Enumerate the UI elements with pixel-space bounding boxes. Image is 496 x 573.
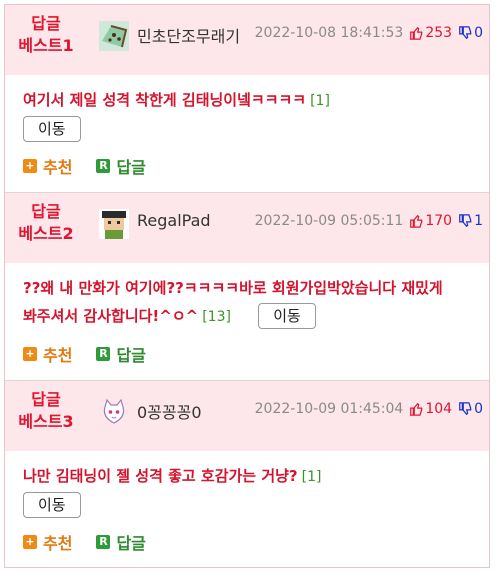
best-rank-label: 답글 베스트3 xyxy=(18,390,74,431)
downvote-count: 0 xyxy=(474,25,483,41)
best-rank-label: 답글 베스트2 xyxy=(18,202,74,243)
plus-icon: + xyxy=(23,159,37,173)
reply-r-icon: R xyxy=(96,159,111,173)
timestamp: 2022-10-09 05:05:11 xyxy=(254,213,404,229)
comment-meta: 2022-10-09 01:45:04 104 0 xyxy=(255,401,483,417)
reply-button[interactable]: R 답글 xyxy=(96,530,146,554)
recommend-button[interactable]: + 추천 xyxy=(23,154,72,178)
comment-actions: + 추천 R 답글 xyxy=(5,518,489,567)
move-button[interactable]: 이동 xyxy=(23,492,81,518)
comment-meta: 2022-10-09 05:05:11 170 1 xyxy=(255,213,483,229)
recommend-button[interactable]: + 추천 xyxy=(23,342,72,366)
reply-count[interactable]: [13] xyxy=(202,309,231,325)
timestamp: 2022-10-08 18:41:53 xyxy=(254,25,404,41)
thumbs-up-icon xyxy=(410,26,423,40)
upvote-count: 104 xyxy=(425,401,453,417)
comment-item: 답글 베스트2 RegalPad 2022-10-09 05:05:11 170 xyxy=(5,193,489,381)
reply-button[interactable]: R 답글 xyxy=(96,342,146,366)
downvote-button[interactable]: 0 xyxy=(458,25,483,41)
downvote-button[interactable]: 1 xyxy=(458,213,483,229)
comment-text: 여기서 제일 성격 착한게 김태닝이넼ㅋㅋㅋㅋ [1] xyxy=(23,91,330,109)
reply-count[interactable]: [1] xyxy=(302,469,322,485)
move-button[interactable]: 이동 xyxy=(23,116,81,142)
cat-icon[interactable] xyxy=(99,397,129,427)
upvote-count: 253 xyxy=(425,25,453,41)
upvote-button[interactable]: 253 xyxy=(409,25,452,41)
upvote-count: 170 xyxy=(425,213,453,229)
comment-item: 답글 베스트3 0꽁꽁꽁0 2022-10-09 01:45:04 104 0 xyxy=(5,381,489,567)
upvote-button[interactable]: 104 xyxy=(409,401,452,417)
comment-body: 나만 김태닝이 젤 성격 좋고 호감가는 거냥? [1] 이동 xyxy=(5,451,489,518)
recommend-button[interactable]: + 추천 xyxy=(23,530,72,554)
reply-r-icon: R xyxy=(96,347,111,361)
comment-body: 여기서 제일 성격 착한게 김태닝이넼ㅋㅋㅋㅋ [1] 이동 xyxy=(5,75,489,142)
comment-text: 나만 김태닝이 젤 성격 좋고 호감가는 거냥? [1] xyxy=(23,467,322,485)
comment-item: 답글 베스트1 민초단조무래기 2022-10-08 18:41:53 253 … xyxy=(5,5,489,193)
plus-icon: + xyxy=(23,535,37,549)
comment-header: 답글 베스트2 RegalPad 2022-10-09 05:05:11 170 xyxy=(5,193,489,263)
username[interactable]: RegalPad xyxy=(137,211,211,230)
reply-button[interactable]: R 답글 xyxy=(96,154,146,178)
thumbs-down-icon xyxy=(459,402,472,416)
username[interactable]: 0꽁꽁꽁0 xyxy=(137,399,202,423)
move-button[interactable]: 이동 xyxy=(258,303,316,329)
comment-header: 답글 베스트3 0꽁꽁꽁0 2022-10-09 01:45:04 104 0 xyxy=(5,381,489,451)
reply-count[interactable]: [1] xyxy=(310,93,330,109)
username[interactable]: 민초단조무래기 xyxy=(137,23,240,47)
comment-text: ??왜 내 만화가 여기에??ㅋㅋㅋㅋ바로 회원가입박았습니다 재밌게 봐주셔서… xyxy=(23,275,471,330)
best-comments-panel: 답글 베스트1 민초단조무래기 2022-10-08 18:41:53 253 … xyxy=(4,4,490,568)
upvote-button[interactable]: 170 xyxy=(409,213,452,229)
reply-r-icon: R xyxy=(96,535,111,549)
comment-body: ??왜 내 만화가 여기에??ㅋㅋㅋㅋ바로 회원가입박았습니다 재밌게 봐주셔서… xyxy=(5,263,489,330)
comment-header: 답글 베스트1 민초단조무래기 2022-10-08 18:41:53 253 … xyxy=(5,5,489,75)
comment-actions: + 추천 R 답글 xyxy=(5,142,489,192)
pixel-character-icon[interactable] xyxy=(99,209,129,239)
downvote-count: 0 xyxy=(474,401,483,417)
downvote-button[interactable]: 0 xyxy=(458,401,483,417)
comment-meta: 2022-10-08 18:41:53 253 0 xyxy=(255,25,483,41)
comment-actions: + 추천 R 답글 xyxy=(5,330,489,380)
thumbs-down-icon xyxy=(459,26,472,40)
timestamp: 2022-10-09 01:45:04 xyxy=(254,401,404,417)
best-rank-label: 답글 베스트1 xyxy=(18,14,74,55)
plus-icon: + xyxy=(23,347,37,361)
thumbs-up-icon xyxy=(410,214,423,228)
downvote-count: 1 xyxy=(474,213,483,229)
mint-chocolate-icon[interactable] xyxy=(99,21,129,51)
thumbs-down-icon xyxy=(459,214,472,228)
thumbs-up-icon xyxy=(410,402,423,416)
